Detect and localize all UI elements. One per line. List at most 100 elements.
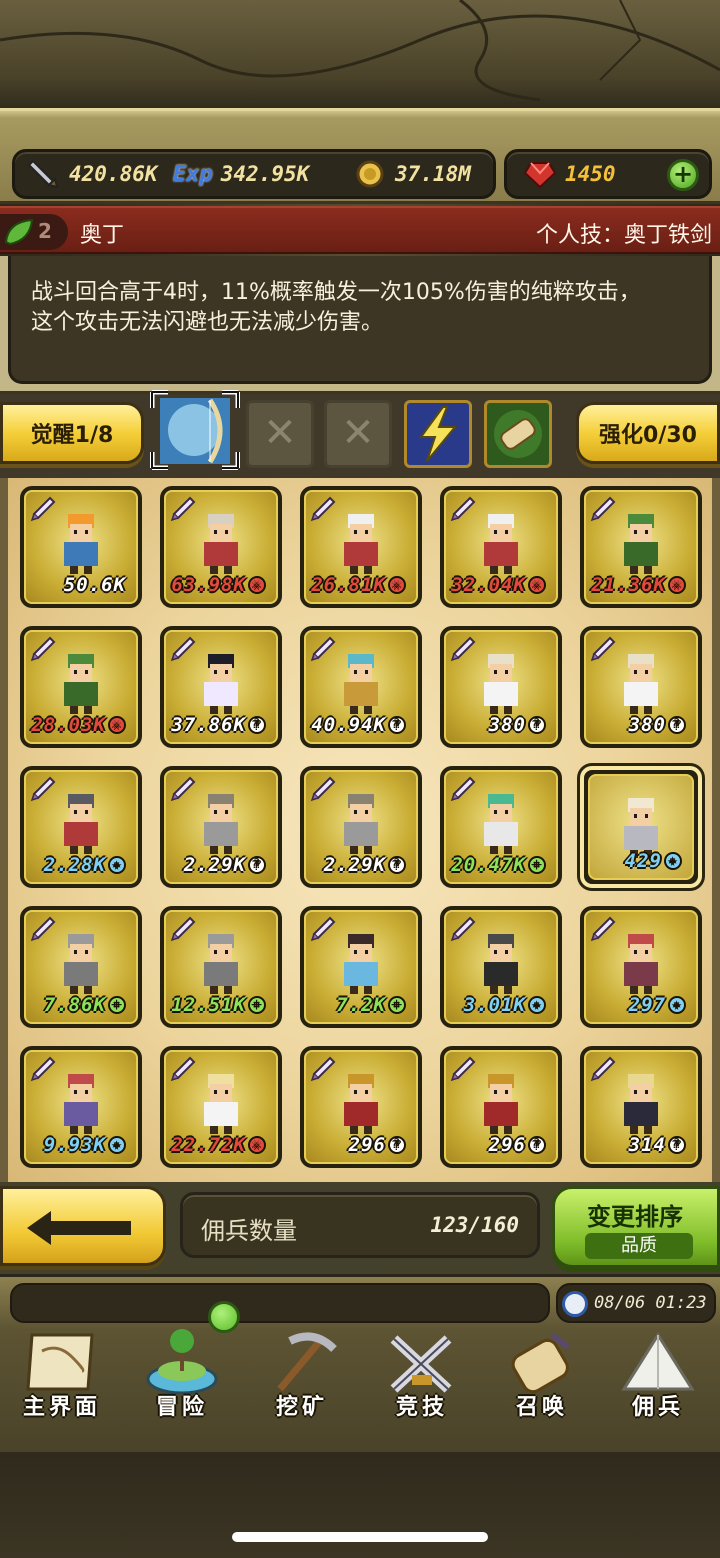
bottom-navigation: 08/06 01:23 主界面 冒险 挖矿 竞技 召唤 佣兵 (0, 1274, 720, 1452)
hero-power: 20.47K + (451, 854, 546, 876)
hero-power: 9.93K ★ (44, 1134, 126, 1156)
class-badge-icon: + (528, 856, 546, 874)
hero-power: 40.94K? (311, 714, 406, 736)
hero-card[interactable]: 2.28K ★ (20, 766, 142, 888)
hero-sprite-icon (204, 1074, 238, 1134)
hero-power: 380? (489, 714, 546, 736)
class-badge-icon: ? (388, 1136, 406, 1154)
sort-label: 变更排序 (587, 1203, 683, 1231)
nav-label: 佣兵 (631, 1395, 684, 1420)
hero-power: 26.81K ⚔ (311, 574, 406, 596)
sword-icon (30, 916, 56, 942)
hero-card[interactable]: 2.29K? (160, 766, 282, 888)
sword-icon (170, 636, 196, 662)
class-badge-icon: ? (388, 716, 406, 734)
sword-icon (170, 1056, 196, 1082)
hero-card[interactable]: 9.93K ★ (20, 1046, 142, 1168)
skill-description: 战斗回合高于4时，11%概率触发一次105%伤害的纯粹攻击， 这个攻击无法闪避也… (31, 278, 701, 338)
add-gems-button[interactable]: + (667, 159, 699, 191)
hero-power: 32.04K ⚔ (451, 574, 546, 596)
enhance-button[interactable]: 强化0/30 (576, 402, 720, 464)
hero-card[interactable]: 380? (440, 626, 562, 748)
hero-card[interactable]: 380? (580, 626, 702, 748)
description-line-1: 战斗回合高于4时，11%概率触发一次105%伤害的纯粹攻击， (31, 280, 641, 305)
hero-card[interactable]: 7.2K + (300, 906, 422, 1028)
hero-card[interactable]: 22.72K ⚔ (160, 1046, 282, 1168)
awaken-button[interactable]: 觉醒1/8 (0, 402, 144, 464)
class-badge-icon: ⚔ (668, 576, 686, 594)
nav-item[interactable]: 召唤 (484, 1325, 600, 1425)
hero-power-value: 2.29K (183, 854, 246, 876)
hero-power: 297 ★ (629, 994, 686, 1016)
class-badge-icon: ★ (668, 996, 686, 1014)
class-badge-icon: ? (528, 1136, 546, 1154)
hero-card[interactable]: 297 ★ (580, 906, 702, 1028)
hero-sprite-icon (64, 514, 98, 574)
class-badge-icon: ? (668, 716, 686, 734)
hero-card-portrait: 380? (444, 630, 558, 744)
pickaxe-icon (277, 1332, 337, 1392)
hero-card[interactable]: 314? (580, 1046, 702, 1168)
nav-item[interactable]: 挖矿 (244, 1325, 360, 1425)
hero-card[interactable]: 28.03K ⚔ (20, 626, 142, 748)
hero-power-value: 296 (488, 1134, 526, 1156)
hero-card-portrait: 28.03K ⚔ (24, 630, 138, 744)
skill-slot-empty-1[interactable]: ✕ (246, 400, 314, 468)
hero-sprite-icon (484, 654, 518, 714)
datetime: 08/06 01:23 (594, 1293, 707, 1313)
nav-item[interactable]: 竞技 (364, 1325, 480, 1425)
class-badge-icon: ★ (108, 1136, 126, 1154)
hero-sprite-icon (204, 514, 238, 574)
resource-box-gems: 1450 + (504, 149, 712, 199)
hero-sprite-icon (344, 934, 378, 994)
hero-card[interactable]: 429 ★ (580, 766, 702, 888)
description-line-2: 这个攻击无法闪避也无法减少伤害。 (31, 310, 384, 335)
hero-card[interactable]: 296? (440, 1046, 562, 1168)
exp-value: 342.95K (220, 162, 310, 186)
nav-item[interactable]: 冒险 (124, 1325, 240, 1425)
class-badge-icon: ? (388, 856, 406, 874)
hero-card[interactable]: 32.04K ⚔ (440, 486, 562, 608)
hero-card[interactable]: 50.6K (20, 486, 142, 608)
hero-card[interactable]: 12.51K + (160, 906, 282, 1028)
hero-card[interactable]: 296? (300, 1046, 422, 1168)
hero-power-value: 22.72K (171, 1134, 246, 1156)
awaken-row: 觉醒1/8 ✕ ✕ 强化0/30 (0, 389, 720, 478)
skill-slot-empty-2[interactable]: ✕ (324, 400, 392, 468)
sword-icon (450, 916, 476, 942)
attack-resource: 420.86K (27, 152, 158, 196)
hero-sprite-icon (484, 934, 518, 994)
hero-name-bar: 2 奥丁 个人技：奥丁铁剑 (0, 206, 720, 254)
hero-card-portrait: 2.28K ★ (24, 770, 138, 884)
exp-resource: Exp 342.95K (173, 152, 309, 196)
hero-card[interactable]: 63.98K ⚔ (160, 486, 282, 608)
hero-card[interactable]: 21.36K ⚔ (580, 486, 702, 608)
hero-sprite-icon (64, 794, 98, 854)
skill-slot-lightning[interactable] (404, 400, 472, 468)
hero-card[interactable]: 20.47K + (440, 766, 562, 888)
hero-power: 380? (629, 714, 686, 736)
hero-power: 37.86K? (171, 714, 266, 736)
hero-power-value: 7.86K (43, 994, 106, 1016)
hero-sprite-icon (344, 794, 378, 854)
rank-number: 2 (38, 219, 52, 243)
hero-card[interactable]: 2.29K? (300, 766, 422, 888)
home-indicator[interactable] (232, 1532, 488, 1542)
hero-sprite-icon (64, 1074, 98, 1134)
nav-item[interactable]: 佣兵 (600, 1325, 716, 1425)
hero-card[interactable]: 3.01K ★ (440, 906, 562, 1028)
hero-card-portrait: 9.93K ★ (24, 1050, 138, 1164)
message-bar[interactable] (10, 1283, 550, 1323)
leaf-rank-icon (4, 218, 34, 246)
back-button[interactable] (0, 1186, 166, 1266)
hero-card[interactable]: 37.86K? (160, 626, 282, 748)
map-background (0, 0, 720, 110)
skill-slot-scroll[interactable] (484, 400, 552, 468)
change-sort-button[interactable]: 变更排序 品质 (552, 1186, 720, 1268)
skill-slot-1[interactable] (149, 389, 241, 471)
hero-card[interactable]: 26.81K ⚔ (300, 486, 422, 608)
hero-power-value: 429 (624, 850, 662, 872)
nav-item[interactable]: 主界面 (4, 1325, 120, 1425)
hero-card[interactable]: 7.86K + (20, 906, 142, 1028)
hero-card[interactable]: 40.94K? (300, 626, 422, 748)
